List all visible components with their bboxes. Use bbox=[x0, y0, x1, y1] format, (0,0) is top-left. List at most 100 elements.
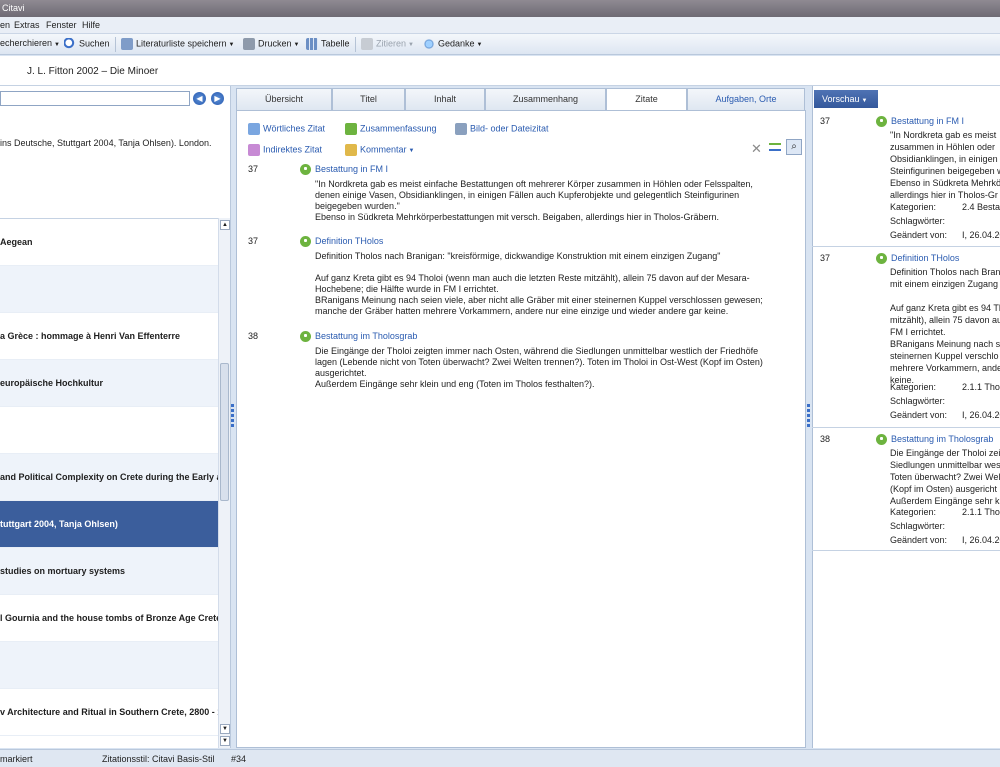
preview-page: 37 bbox=[820, 116, 831, 126]
quote-entry[interactable]: 37 Definition THolos Definition Tholos n… bbox=[248, 236, 788, 322]
preview-schlagwoerter: Schlagwörter: bbox=[890, 396, 946, 406]
arrow-right-icon[interactable]: ▶ bbox=[211, 92, 224, 105]
quote-bubble-icon bbox=[300, 164, 311, 176]
preview-kategorien: Kategorien: 2.4 Bestat bbox=[890, 202, 1000, 212]
bild-dateizitat-button[interactable]: Bild- oder Dateizitat bbox=[455, 123, 549, 135]
scroll-up-icon[interactable]: ▲ bbox=[220, 220, 230, 230]
preview-title[interactable]: Bestattung in FM I bbox=[876, 116, 964, 128]
quote-page: 38 bbox=[248, 331, 259, 341]
list-item[interactable] bbox=[0, 407, 218, 454]
preview-schlagwoerter: Schlagwörter: bbox=[890, 521, 946, 531]
scroll-down-icon[interactable]: ▼ bbox=[220, 724, 230, 734]
status-bar: markiert Zitationsstil: Citavi Basis-Sti… bbox=[0, 749, 1000, 767]
tab-inhalt[interactable]: Inhalt bbox=[405, 88, 485, 110]
quote-entry[interactable]: 38 Bestattung im Tholosgrab Die Eingänge… bbox=[248, 331, 788, 391]
preview-kategorien: Kategorien: 2.1.1 Thol bbox=[890, 382, 1000, 392]
quote-bubble-icon bbox=[876, 434, 887, 446]
quote-title[interactable]: Definition THolos bbox=[300, 236, 383, 248]
printer-icon bbox=[243, 38, 255, 50]
menu-item-ansicht[interactable]: en bbox=[0, 20, 10, 30]
preview-page: 38 bbox=[820, 434, 831, 444]
zusammenfassung-button[interactable]: Zusammenfassung bbox=[345, 123, 437, 135]
quick-search-input[interactable] bbox=[0, 91, 190, 106]
save-list-icon bbox=[121, 38, 133, 50]
menu-item-hilfe[interactable]: Hilfe bbox=[82, 20, 100, 30]
menu-bar: en Extras Fenster Hilfe bbox=[0, 17, 1000, 34]
toolbar: echerchieren ▼ Suchen Literaturliste spei… bbox=[0, 34, 1000, 55]
preview-text: Definition Tholos nach Bran mit einem ei… bbox=[890, 267, 1000, 385]
quote-bubble-icon bbox=[300, 236, 311, 248]
scrollbar-thumb[interactable] bbox=[220, 363, 229, 501]
status-count: #34 bbox=[231, 754, 247, 764]
preview-geaendert: Geändert von:I, 26.04.20 bbox=[890, 410, 1000, 420]
quote-entry[interactable]: 37 Bestattung in FM I "In Nordkreta gab … bbox=[248, 164, 788, 224]
arrow-left-icon[interactable]: ◀ bbox=[193, 92, 206, 105]
reference-detail-text: ins Deutsche, Stuttgart 2004, Tanja Ohls… bbox=[0, 138, 212, 148]
menu-item-extras[interactable]: Extras bbox=[14, 20, 40, 30]
splitter-grip[interactable] bbox=[231, 402, 235, 432]
sort-icon[interactable] bbox=[769, 143, 781, 151]
lightbulb-icon bbox=[423, 38, 435, 50]
list-item[interactable]: studies on mortuary systems bbox=[0, 548, 218, 595]
quote-title[interactable]: Bestattung in FM I bbox=[300, 164, 388, 176]
indirektes-zitat-button[interactable]: Indirektes Zitat bbox=[248, 144, 322, 156]
literaturliste-speichern-button[interactable]: Literaturliste speichern ▼ bbox=[121, 38, 235, 50]
scroll-down-icon[interactable]: ▼ bbox=[220, 736, 230, 746]
woertliches-zitat-button[interactable]: Wörtliches Zitat bbox=[248, 123, 325, 135]
quote-title[interactable]: Bestattung im Tholosgrab bbox=[300, 331, 417, 343]
image-quote-icon bbox=[455, 123, 467, 135]
quote-page: 37 bbox=[248, 236, 259, 246]
title-bar: Citavi bbox=[0, 0, 1000, 17]
quote-page: 37 bbox=[248, 164, 259, 174]
quote-icon bbox=[361, 38, 373, 50]
summary-icon bbox=[345, 123, 357, 135]
list-item-selected[interactable]: tuttgart 2004, Tanja Ohlsen) bbox=[0, 501, 218, 548]
preview-kategorien: Kategorien: 2.1.1 Thol bbox=[890, 507, 1000, 517]
list-item[interactable]: l Gournia and the house tombs of Bronze … bbox=[0, 595, 218, 642]
zitieren-button[interactable]: Zitieren ▼ bbox=[361, 38, 414, 50]
tab-titel[interactable]: Titel bbox=[332, 88, 405, 110]
quote-text: Die Eingänge der Tholoi zeigten immer na… bbox=[315, 346, 763, 389]
preview-title[interactable]: Definition THolos bbox=[876, 253, 959, 265]
suchen-button[interactable]: Suchen bbox=[64, 38, 110, 50]
comment-icon bbox=[345, 144, 357, 156]
preview-schlagwoerter: Schlagwörter: bbox=[890, 216, 946, 226]
tab-zitate[interactable]: Zitate bbox=[606, 88, 687, 111]
reference-list: Aegean a Grèce : hommage à Henri Van Eff… bbox=[0, 218, 218, 748]
toolbar-separator bbox=[115, 37, 116, 52]
preview-entry[interactable]: 37 Definition THolos Definition Tholos n… bbox=[812, 247, 1000, 428]
reference-title: J. L. Fitton 2002 – Die Minoer bbox=[27, 66, 159, 77]
zoom-icon[interactable]: ⌕ bbox=[786, 139, 802, 155]
status-citation-style[interactable]: Zitationsstil: Citavi Basis-Stil bbox=[102, 754, 215, 764]
preview-entry[interactable]: 38 Bestattung im Tholosgrab Die Eingänge… bbox=[812, 428, 1000, 551]
preview-geaendert: Geändert von:I, 26.04.20 bbox=[890, 230, 1000, 240]
list-item[interactable] bbox=[0, 266, 218, 313]
indirect-quote-icon bbox=[248, 144, 260, 156]
list-item[interactable]: and Political Complexity on Crete during… bbox=[0, 454, 218, 501]
search-icon bbox=[64, 38, 76, 50]
kommentar-button[interactable]: Kommentar ▼ bbox=[345, 144, 414, 156]
tab-uebersicht[interactable]: Übersicht bbox=[236, 88, 332, 110]
recherchieren-button[interactable]: echerchieren ▼ bbox=[0, 38, 60, 48]
delete-icon[interactable]: ✕ bbox=[751, 141, 762, 157]
preview-title[interactable]: Bestattung im Tholosgrab bbox=[876, 434, 993, 446]
tabelle-button[interactable]: Tabelle bbox=[306, 38, 350, 50]
menu-item-fenster[interactable]: Fenster bbox=[46, 20, 77, 30]
gedanke-button[interactable]: Gedanke ▼ bbox=[423, 38, 482, 50]
preview-text: Die Eingänge der Tholoi zei Siedlungen u… bbox=[890, 448, 1000, 506]
list-item[interactable]: v Architecture and Ritual in Southern Cr… bbox=[0, 689, 218, 736]
quote-bubble-icon bbox=[876, 253, 887, 265]
preview-entry[interactable]: 37 Bestattung in FM I "In Nordkreta gab … bbox=[812, 110, 1000, 247]
list-item[interactable]: Aegean bbox=[0, 219, 218, 266]
quote-text: "In Nordkreta gab es meist einfache Best… bbox=[315, 179, 753, 222]
list-item[interactable]: a Grèce : hommage à Henri Van Effenterre bbox=[0, 313, 218, 360]
splitter-grip[interactable] bbox=[807, 402, 811, 432]
list-item[interactable] bbox=[0, 642, 218, 689]
list-item[interactable]: europäische Hochkultur bbox=[0, 360, 218, 407]
drucken-button[interactable]: Drucken ▼ bbox=[243, 38, 299, 50]
quote-add-icon bbox=[248, 123, 260, 135]
quote-bubble-icon bbox=[876, 116, 887, 128]
tab-aufgaben-orte[interactable]: Aufgaben, Orte bbox=[687, 88, 805, 110]
tab-zusammenhang[interactable]: Zusammenhang bbox=[485, 88, 606, 110]
vorschau-button[interactable]: Vorschau ▼ bbox=[814, 90, 878, 108]
